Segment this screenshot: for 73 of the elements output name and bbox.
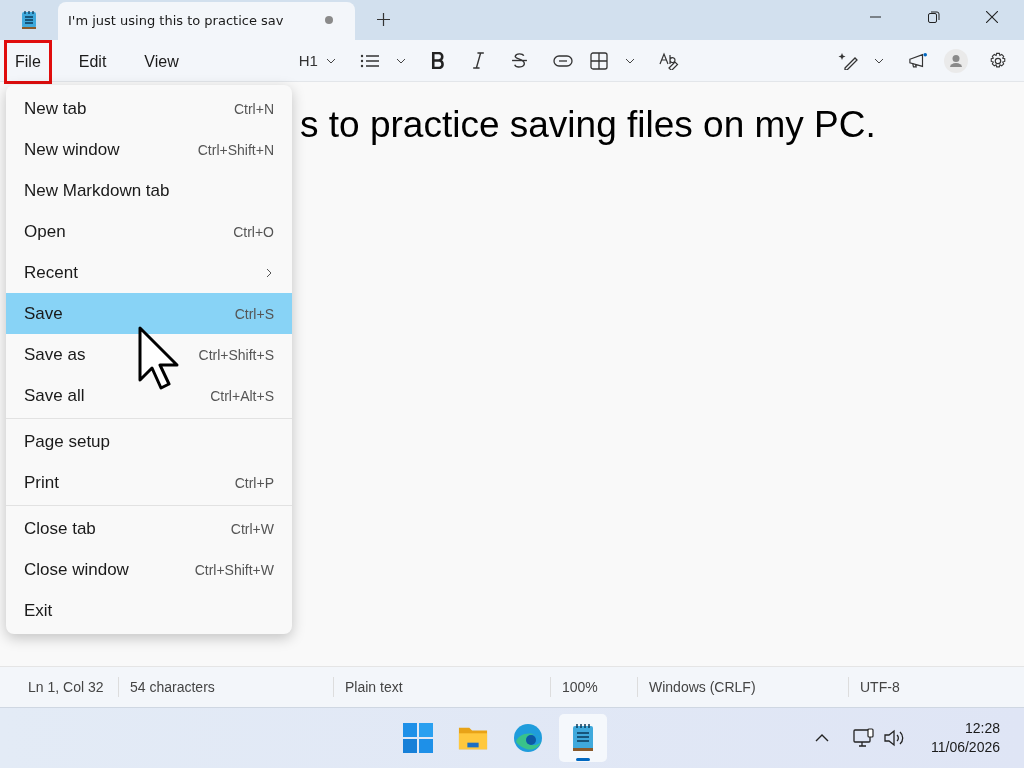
shortcut-text: Ctrl+O	[233, 223, 274, 240]
shortcut-text: Ctrl+Shift+N	[197, 141, 274, 158]
menu-button[interactable]: View	[133, 39, 190, 84]
clock-time[interactable]: 12:28	[964, 719, 1000, 738]
menu-item-label: Open	[24, 221, 67, 242]
restore-icon[interactable]	[928, 11, 940, 23]
strikethrough-icon[interactable]	[511, 52, 527, 69]
italic-icon[interactable]	[470, 52, 486, 69]
add-tab-icon[interactable]	[377, 13, 390, 26]
close-icon[interactable]	[986, 11, 998, 23]
bold-icon[interactable]	[429, 52, 445, 69]
table-icon[interactable]	[588, 51, 609, 70]
menu-item[interactable]: Recent	[6, 252, 292, 293]
chevron-down-icon[interactable]	[325, 57, 336, 64]
menu-item[interactable]: New tab Ctrl+N	[6, 88, 292, 129]
shortcut-text: Ctrl+S	[234, 305, 274, 322]
heading-dropdown[interactable]: H1	[298, 52, 318, 69]
menu-item-label: New Markdown tab	[24, 180, 171, 201]
menu-item-label: Save	[24, 303, 64, 324]
chevron-up-icon[interactable]	[814, 734, 829, 742]
document-text: s to practice saving files on my PC.	[300, 104, 877, 146]
menu-item-label: New window	[24, 139, 121, 160]
avatar-icon[interactable]	[944, 48, 968, 73]
status-text: Windows (CRLF)	[648, 679, 757, 695]
menu-item-label: Save all	[24, 385, 86, 406]
shortcut-text: Ctrl+W	[230, 520, 274, 537]
shortcut-text: Ctrl+P	[234, 474, 274, 491]
menu-item-label: Page setup	[24, 431, 111, 452]
menu-item-label: Recent	[24, 262, 79, 283]
menu-item[interactable]: Save as Ctrl+Shift+S	[6, 334, 292, 375]
shortcut-text: Ctrl+Shift+S	[198, 346, 274, 363]
menu-button[interactable]: File	[4, 39, 52, 84]
status-text: Ln 1, Col 32	[28, 679, 105, 695]
menu-item[interactable]: Save Ctrl+S	[6, 293, 292, 334]
menu-item-label: Exit	[24, 600, 54, 621]
network-icon[interactable]	[852, 728, 875, 748]
status-text: UTF-8	[859, 679, 901, 695]
document-tab[interactable]: I'm just using this to practice sav	[58, 2, 355, 40]
tab-title: I'm just using this to practice sav	[68, 12, 285, 28]
chevron-down-icon[interactable]	[874, 57, 884, 64]
menu-item-label: New tab	[24, 98, 88, 119]
menu-item[interactable]: Save all Ctrl+Alt+S	[6, 375, 292, 416]
notepad-icon	[21, 10, 37, 30]
shortcut-text: Ctrl+Alt+S	[210, 387, 274, 404]
windows-logo-icon[interactable]	[402, 723, 433, 753]
chevron-down-icon[interactable]	[395, 57, 406, 64]
menu-item[interactable]: Exit	[6, 590, 292, 631]
taskbar-button[interactable]	[558, 714, 607, 762]
menu-item-label: Save as	[24, 344, 87, 365]
menu-button[interactable]: Edit	[67, 39, 118, 84]
megaphone-icon[interactable]	[908, 51, 928, 70]
status-text: 100%	[561, 679, 599, 695]
shortcut-text: Ctrl+Shift+W	[194, 561, 274, 578]
menu-item-label: Close tab	[24, 518, 97, 539]
status-text: 54 characters	[129, 679, 216, 695]
clock-date[interactable]: 11/06/2026	[930, 738, 1000, 757]
menu-item-label: Print	[24, 472, 60, 493]
shortcut-text: Ctrl+N	[233, 100, 274, 117]
menu-item[interactable]: Page setup	[6, 421, 292, 462]
status-text: Plain text	[344, 679, 404, 695]
chevron-down-icon[interactable]	[624, 57, 635, 64]
menu-item[interactable]: Close window Ctrl+Shift+W	[6, 549, 292, 590]
menu-item[interactable]: Print Ctrl+P	[6, 462, 292, 503]
browser-icon[interactable]	[512, 723, 543, 753]
menu-item[interactable]: New window Ctrl+Shift+N	[6, 129, 292, 170]
volume-icon[interactable]	[882, 728, 905, 748]
spellcheck-icon[interactable]	[658, 51, 679, 70]
menu-item[interactable]: New Markdown tab	[6, 170, 292, 211]
sparkle-pen-icon[interactable]	[838, 51, 858, 70]
settings-icon[interactable]	[988, 51, 1008, 70]
menu-item[interactable]: Close tab Ctrl+W	[6, 508, 292, 549]
menu-item[interactable]: Open Ctrl+O	[6, 211, 292, 252]
menu-item-label: Close window	[24, 559, 130, 580]
